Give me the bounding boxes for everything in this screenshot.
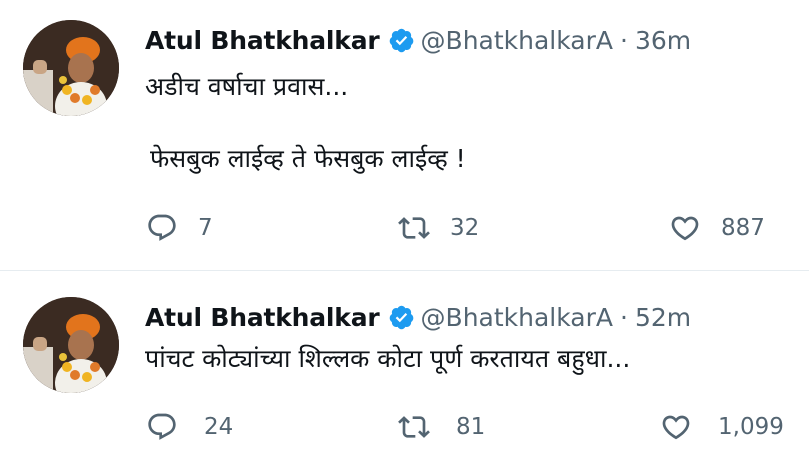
retweet-button[interactable]: 32: [398, 208, 479, 248]
reply-button[interactable]: 7: [146, 208, 213, 248]
author-handle[interactable]: @BhatkhalkarA: [421, 26, 613, 55]
like-count: 887: [721, 215, 765, 241]
tweet-header: Atul Bhatkhalkar @BhatkhalkarA · 36m: [145, 20, 691, 60]
avatar-image: [23, 297, 119, 393]
like-count: 1,099: [718, 414, 784, 440]
retweet-count: 81: [456, 414, 486, 440]
tweet-actions: 24 81 1,099: [0, 407, 809, 447]
retweet-count: 32: [450, 215, 480, 241]
avatar[interactable]: [23, 297, 119, 393]
tweet-actions: 7 32 887: [0, 208, 809, 248]
reply-icon: [148, 413, 176, 440]
author-handle[interactable]: @BhatkhalkarA: [421, 303, 613, 332]
retweet-icon: [398, 416, 430, 438]
heart-icon: [671, 216, 699, 241]
like-button[interactable]: 887: [669, 208, 765, 248]
heart-icon: [662, 415, 690, 440]
author-name[interactable]: Atul Bhatkhalkar: [145, 303, 380, 332]
tweet-text-line: फेसबुक लाईव्ह ते फेसबुक लाईव्ह !: [150, 144, 466, 173]
author-name[interactable]: Atul Bhatkhalkar: [145, 26, 380, 55]
avatar[interactable]: [23, 20, 119, 116]
retweet-button[interactable]: 81: [398, 407, 485, 447]
tweet[interactable]: Atul Bhatkhalkar @BhatkhalkarA · 52m पां…: [0, 272, 809, 465]
reply-count: 24: [204, 414, 234, 440]
reply-count: 7: [198, 215, 213, 241]
tweet-header: Atul Bhatkhalkar @BhatkhalkarA · 52m: [145, 297, 691, 337]
tweet-text-line: अडीच वर्षाचा प्रवास...: [145, 72, 349, 101]
like-button[interactable]: 1,099: [660, 407, 784, 447]
verified-badge-icon: [388, 304, 415, 331]
avatar-image: [23, 20, 119, 116]
separator-dot: ·: [620, 302, 628, 332]
reply-button[interactable]: 24: [146, 407, 233, 447]
verified-badge-icon: [388, 27, 415, 54]
retweet-icon: [398, 217, 430, 239]
timestamp[interactable]: 52m: [635, 303, 691, 332]
tweet[interactable]: Atul Bhatkhalkar @BhatkhalkarA · 36m अडी…: [0, 0, 809, 271]
reply-icon: [148, 214, 176, 241]
tweet-text-line: पांचट कोट्यांच्या शिल्लक कोटा पूर्ण करता…: [145, 344, 631, 373]
timestamp[interactable]: 36m: [635, 26, 691, 55]
separator-dot: ·: [620, 25, 628, 55]
